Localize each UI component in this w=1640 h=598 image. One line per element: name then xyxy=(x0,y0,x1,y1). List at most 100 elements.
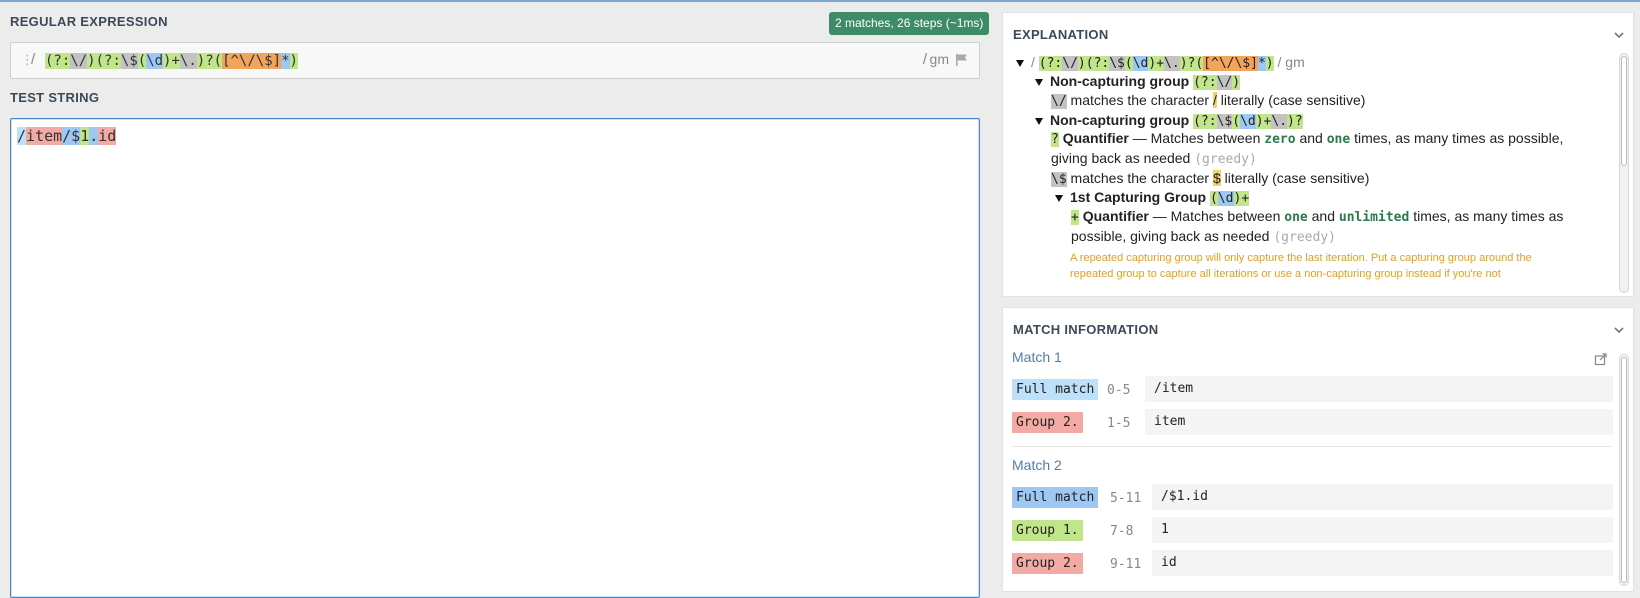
scroll-thumb[interactable] xyxy=(1621,357,1627,583)
explanation-text: and xyxy=(1311,208,1335,224)
group-2-label: Group 2. xyxy=(1012,412,1083,433)
test-string-editor[interactable]: /item/$1.id xyxy=(10,118,980,598)
match-highlight: /$ xyxy=(62,127,81,145)
escape-token: \/ xyxy=(1051,94,1067,109)
regex-section-title: REGULAR EXPRESSION xyxy=(10,14,168,29)
group-token: \. xyxy=(1271,114,1288,129)
group-token: (?: xyxy=(1193,75,1217,90)
match-highlight: id xyxy=(98,127,117,145)
root-token: \. xyxy=(1164,56,1180,71)
match-value[interactable]: 1 xyxy=(1152,517,1613,543)
explanation-text: times, as many times as possible, xyxy=(1354,130,1564,146)
quantifier-label: Quantifier xyxy=(1062,130,1129,146)
literal-char: $ xyxy=(1212,170,1221,186)
regex-input[interactable]: ⋮ / (?:\/)(?:\$(\d)+\.)?([^\/\$]*) / gm xyxy=(10,42,980,79)
match-heading: Match 1 xyxy=(1012,349,1062,365)
root-token: [^\/\$] xyxy=(1203,56,1258,71)
regex-token: \$ xyxy=(120,53,138,69)
explanation-scrollbar[interactable] xyxy=(1619,53,1629,293)
collapse-triangle-icon[interactable] xyxy=(1035,117,1043,125)
regex-token: \d xyxy=(146,53,164,69)
scroll-thumb[interactable] xyxy=(1621,56,1627,166)
quantifier-token: + xyxy=(1071,210,1079,225)
regex-open-delimiter: / xyxy=(31,51,36,68)
explanation-text: and xyxy=(1299,130,1323,146)
match-highlight: item xyxy=(26,127,63,145)
explanation-code: unlimited xyxy=(1338,210,1410,225)
quantifier-label: Quantifier xyxy=(1082,208,1149,224)
match-range: 9-11 xyxy=(1110,557,1142,572)
regex-token: ( xyxy=(213,53,223,69)
explanation-text: giving back as needed xyxy=(1051,150,1191,166)
explanation-text: matches the character xyxy=(1070,170,1210,186)
root-token: (?: xyxy=(1038,56,1063,71)
regex-token: \/ xyxy=(70,53,88,69)
root-token: \d xyxy=(1132,56,1149,71)
collapse-triangle-icon[interactable] xyxy=(1016,59,1024,67)
regex-token: ) xyxy=(289,53,298,69)
literal-char: / xyxy=(1212,92,1217,108)
group-token: ( xyxy=(1210,191,1218,206)
explanation-text: possible, giving back as needed xyxy=(1071,228,1270,244)
explanation-text: — Matches between xyxy=(1132,130,1261,146)
full-match-label: Full match xyxy=(1012,379,1099,400)
test-string-text[interactable]: /item/$1.id xyxy=(17,125,117,147)
group-title: Non-capturing group xyxy=(1050,73,1190,89)
group-token: \/ xyxy=(1216,75,1233,90)
regex-token: ( xyxy=(137,53,147,69)
regex-token: \. xyxy=(179,53,197,69)
group-title: Non-capturing group xyxy=(1050,112,1190,128)
capture-warning-line2: repeated group to capture all iterations… xyxy=(1070,268,1501,280)
match-range: 1-5 xyxy=(1107,416,1131,431)
explanation-title: EXPLANATION xyxy=(1013,27,1109,42)
explanation-quantifier2: + Quantifier — Matches between one and u… xyxy=(1071,206,1563,228)
chevron-down-icon[interactable] xyxy=(1613,324,1625,336)
match-scrollbar[interactable] xyxy=(1619,354,1629,586)
regex-close-delimiter: / xyxy=(922,51,927,68)
group-token: \d xyxy=(1217,191,1234,206)
root-token: \/ xyxy=(1062,56,1078,71)
group-token: ) xyxy=(1232,75,1241,90)
group-1-label: Group 1. xyxy=(1012,520,1083,541)
match-highlight: / xyxy=(17,127,27,145)
explanation-text: literally (case sensitive) xyxy=(1220,92,1366,108)
root-token: )? xyxy=(1179,56,1196,71)
match-value[interactable]: /$1.id xyxy=(1152,484,1613,510)
regex-token: ) xyxy=(87,53,96,69)
regex-flags[interactable]: gm xyxy=(930,51,949,67)
root-flags: gm xyxy=(1285,54,1305,70)
group-title: 1st Capturing Group xyxy=(1070,189,1207,205)
explanation-quantifier1-cont: giving back as needed (greedy) xyxy=(1051,148,1257,170)
group-token: )? xyxy=(1287,114,1303,129)
root-token: ( xyxy=(1195,56,1204,71)
regex-editor: REGULAR EXPRESSION 2 matches, 26 steps (… xyxy=(0,2,990,598)
flag-icon[interactable] xyxy=(955,53,969,67)
match-value[interactable]: id xyxy=(1152,550,1613,576)
match-heading: Match 2 xyxy=(1012,457,1062,473)
root-token: ( xyxy=(1124,56,1133,71)
regex-expression[interactable]: (?:\/)(?:\$(\d)+\.)?([^\/\$]*) xyxy=(45,51,298,71)
match-value[interactable]: /item xyxy=(1145,376,1613,402)
quantifier-token: ? xyxy=(1051,132,1059,147)
full-match-label: Full match xyxy=(1012,487,1099,508)
share-icon[interactable] xyxy=(1594,352,1608,366)
test-string-title: TEST STRING xyxy=(10,90,100,105)
regex-token: )? xyxy=(196,53,214,69)
group-2-label: Group 2. xyxy=(1012,553,1083,574)
escape-token: \$ xyxy=(1051,172,1067,187)
root-token: )+ xyxy=(1148,56,1165,71)
regex-token: [^\/\$] xyxy=(222,53,282,69)
explanation-line1: \/ matches the character / literally (ca… xyxy=(1051,90,1365,112)
group-token: (?: xyxy=(1193,114,1217,129)
chevron-down-icon[interactable] xyxy=(1613,29,1625,41)
match-value[interactable]: item xyxy=(1145,409,1613,435)
match-highlight: . xyxy=(89,127,99,145)
root-token: (?: xyxy=(1085,56,1110,71)
explanation-text: literally (case sensitive) xyxy=(1224,170,1370,186)
explanation-text: matches the character xyxy=(1070,92,1210,108)
collapse-triangle-icon[interactable] xyxy=(1055,194,1063,202)
collapse-triangle-icon[interactable] xyxy=(1035,78,1043,86)
root-token: \$ xyxy=(1109,56,1125,71)
group-token: )+ xyxy=(1233,191,1250,206)
group-token: ( xyxy=(1232,114,1241,129)
